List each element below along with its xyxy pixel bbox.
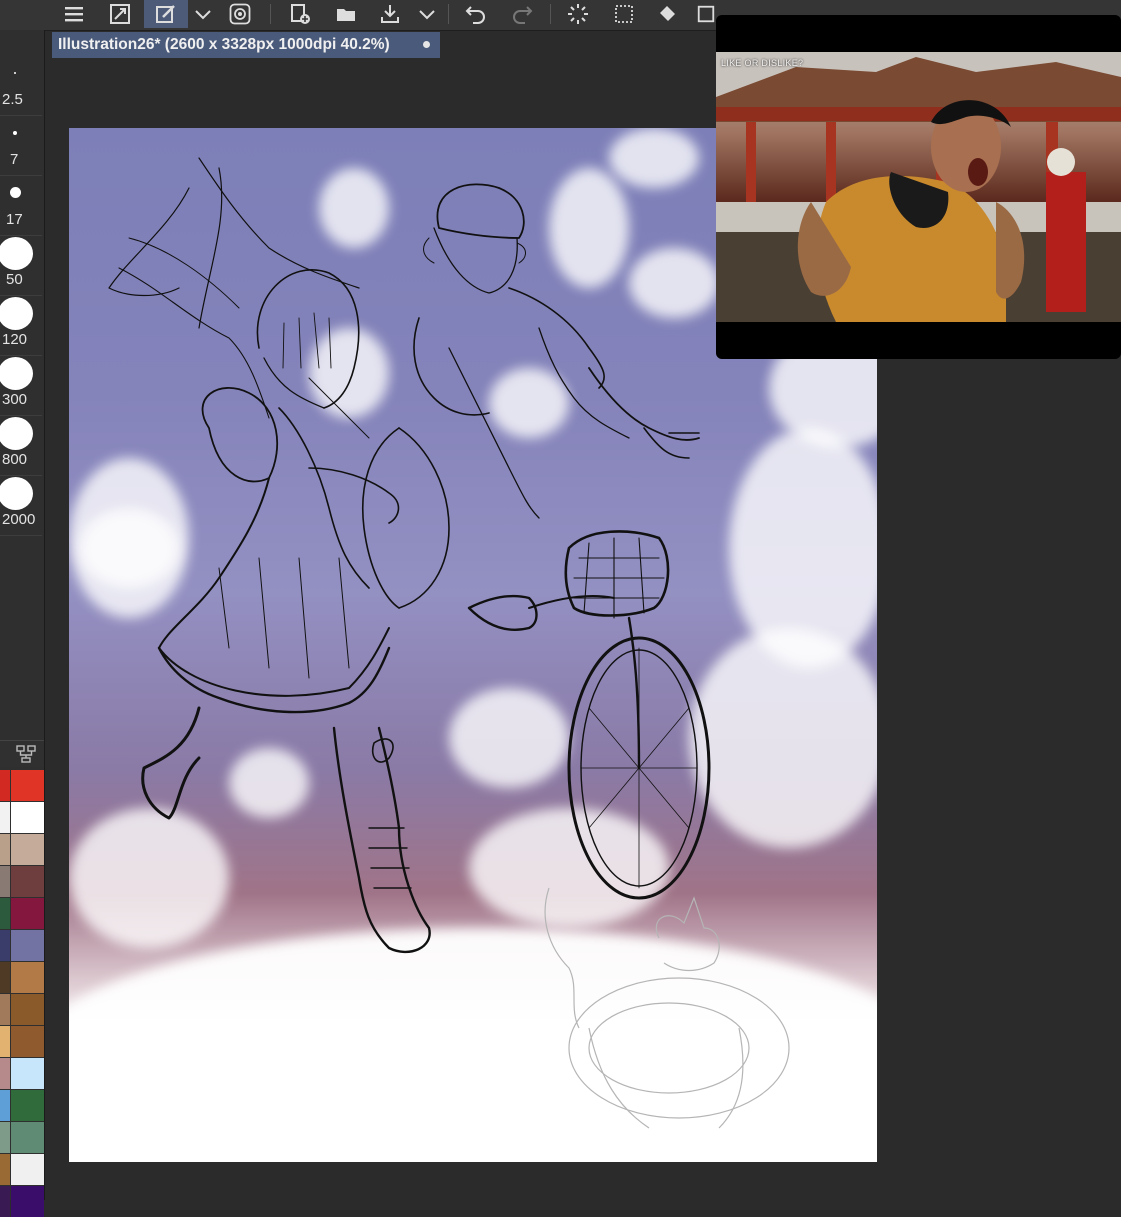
brush-size-item[interactable]: 300 xyxy=(0,355,42,416)
brush-size-label: 17 xyxy=(6,211,23,228)
brush-size-label: 120 xyxy=(2,331,28,348)
color-swatch[interactable] xyxy=(11,834,44,865)
color-swatch[interactable] xyxy=(0,802,10,833)
brush-size-item[interactable]: 50 xyxy=(0,235,42,296)
color-swatch[interactable] xyxy=(11,770,44,801)
color-swatch[interactable] xyxy=(11,1090,44,1121)
color-swatch[interactable] xyxy=(0,962,10,993)
brush-size-item[interactable]: 120 xyxy=(0,295,42,356)
loading-icon[interactable] xyxy=(562,0,594,28)
color-swatch[interactable] xyxy=(0,1154,10,1185)
chevron-down-icon[interactable] xyxy=(190,0,216,28)
color-swatch[interactable] xyxy=(11,962,44,993)
export-icon[interactable] xyxy=(374,0,406,28)
color-swatch[interactable] xyxy=(0,898,10,929)
redo-icon[interactable] xyxy=(506,0,538,28)
new-file-icon[interactable] xyxy=(284,0,316,28)
color-swatch[interactable] xyxy=(0,1186,10,1217)
chevron-down-icon[interactable] xyxy=(414,0,440,28)
document-tab[interactable]: Illustration26* (2600 x 3328px 1000dpi 4… xyxy=(52,32,440,58)
brush-size-label: 2.5 xyxy=(2,91,23,108)
brush-size-item[interactable]: 2000 xyxy=(0,475,42,536)
video-frame xyxy=(716,52,1121,322)
transform-icon[interactable] xyxy=(696,0,716,28)
brush-size-label: 50 xyxy=(6,271,23,288)
brush-size-label: 2000 xyxy=(2,511,36,528)
color-swatch[interactable] xyxy=(0,770,10,801)
color-swatch[interactable] xyxy=(11,1186,44,1217)
menu-icon[interactable] xyxy=(58,0,90,28)
color-swatch[interactable] xyxy=(0,866,10,897)
brush-size-item[interactable]: 17 xyxy=(0,175,42,236)
brush-size-item[interactable]: 800 xyxy=(0,415,42,476)
undo-icon[interactable] xyxy=(460,0,492,28)
color-palette xyxy=(0,770,44,1217)
color-swatch[interactable] xyxy=(11,898,44,929)
resize-icon[interactable] xyxy=(104,0,136,28)
color-swatch[interactable] xyxy=(0,834,10,865)
color-swatch[interactable] xyxy=(0,1122,10,1153)
document-title: Illustration26* (2600 x 3328px 1000dpi 4… xyxy=(58,36,390,53)
lasso-select-icon[interactable] xyxy=(608,0,640,28)
color-swatch[interactable] xyxy=(11,1058,44,1089)
fill-icon[interactable] xyxy=(652,0,684,28)
brush-size-label: 800 xyxy=(2,451,28,468)
color-swatch[interactable] xyxy=(0,1058,10,1089)
spiral-icon[interactable] xyxy=(224,0,256,28)
color-swatch[interactable] xyxy=(11,930,44,961)
brush-size-label: 300 xyxy=(2,391,28,408)
pen-edit-icon[interactable] xyxy=(144,0,188,28)
color-swatch[interactable] xyxy=(0,930,10,961)
brush-size-label: 7 xyxy=(10,151,19,168)
color-swatch[interactable] xyxy=(11,1154,44,1185)
color-swatch[interactable] xyxy=(11,802,44,833)
color-swatch[interactable] xyxy=(0,994,10,1025)
color-swatch[interactable] xyxy=(0,1090,10,1121)
palette-settings-icon[interactable] xyxy=(16,745,36,763)
open-folder-icon[interactable] xyxy=(330,0,362,28)
brush-size-item[interactable]: 7 xyxy=(0,115,42,176)
color-swatch[interactable] xyxy=(11,1026,44,1057)
color-swatch[interactable] xyxy=(11,994,44,1025)
color-swatch[interactable] xyxy=(0,1026,10,1057)
color-swatch[interactable] xyxy=(11,866,44,897)
brush-size-item[interactable]: 2.5 xyxy=(0,55,42,116)
unsaved-indicator-icon xyxy=(423,41,430,48)
palette-header xyxy=(0,740,44,767)
video-caption: LIKE OR DISLIKE? xyxy=(721,58,804,68)
color-swatch[interactable] xyxy=(11,1122,44,1153)
video-overlay[interactable]: LIKE OR DISLIKE? xyxy=(716,15,1121,359)
